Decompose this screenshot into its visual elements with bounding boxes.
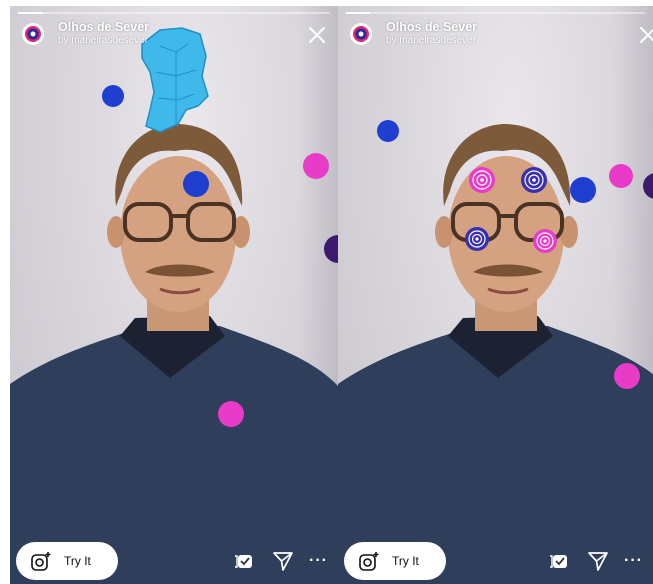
ar-overlay xyxy=(102,27,338,427)
more-icon[interactable]: ··· xyxy=(309,553,328,569)
portugal-map-sticker xyxy=(141,27,209,133)
effect-author[interactable]: by maneirasdesever xyxy=(58,35,149,47)
magenta-sphere xyxy=(609,164,633,188)
story-panel-right: Olhos de Sever by maneirasdesever Try It… xyxy=(338,6,653,584)
story-footer: Try It ··· xyxy=(16,542,332,580)
blue-sphere xyxy=(570,177,596,203)
story-progress-fill xyxy=(18,12,43,14)
eye-target-sticker xyxy=(469,167,495,193)
eye-target-sticker xyxy=(533,229,557,253)
eye-target-sticker xyxy=(465,227,489,251)
more-icon[interactable]: ··· xyxy=(624,553,643,569)
purple-sphere xyxy=(324,235,338,263)
save-icon[interactable] xyxy=(548,549,572,573)
story-progress-fill xyxy=(346,12,370,14)
eye-target-sticker xyxy=(521,167,547,193)
send-icon[interactable] xyxy=(586,549,610,573)
try-it-label: Try It xyxy=(392,554,419,568)
eye-logo-icon[interactable] xyxy=(22,22,44,45)
try-it-button[interactable]: Try It xyxy=(344,542,446,580)
eye-logo-icon[interactable] xyxy=(350,22,372,45)
try-it-label: Try It xyxy=(64,554,91,568)
effect-title[interactable]: Olhos de Sever xyxy=(58,20,149,35)
blue-sphere xyxy=(377,120,399,142)
save-icon[interactable] xyxy=(233,549,257,573)
story-progress xyxy=(18,12,330,14)
try-it-button[interactable]: Try It xyxy=(16,542,118,580)
magenta-sphere xyxy=(218,401,244,427)
story-panel-left: Olhos de Sever by maneirasdesever Try It… xyxy=(10,6,338,584)
send-icon[interactable] xyxy=(271,549,295,573)
blue-sphere xyxy=(102,85,124,107)
close-icon[interactable] xyxy=(308,26,326,44)
magenta-sphere xyxy=(614,363,640,389)
effect-author[interactable]: by maneirasdesever xyxy=(386,35,477,47)
purple-sphere xyxy=(643,173,653,199)
camera-icon xyxy=(31,552,51,571)
camera-icon xyxy=(359,552,379,571)
ar-overlay xyxy=(377,120,653,389)
effect-title[interactable]: Olhos de Sever xyxy=(386,20,477,35)
close-icon[interactable] xyxy=(639,26,653,44)
effect-header[interactable]: Olhos de Sever by maneirasdesever xyxy=(22,20,149,47)
story-footer: Try It ··· xyxy=(344,542,647,580)
magenta-sphere xyxy=(303,153,329,179)
effect-header[interactable]: Olhos de Sever by maneirasdesever xyxy=(350,20,477,47)
blue-sphere xyxy=(183,171,209,197)
story-progress xyxy=(346,12,645,14)
